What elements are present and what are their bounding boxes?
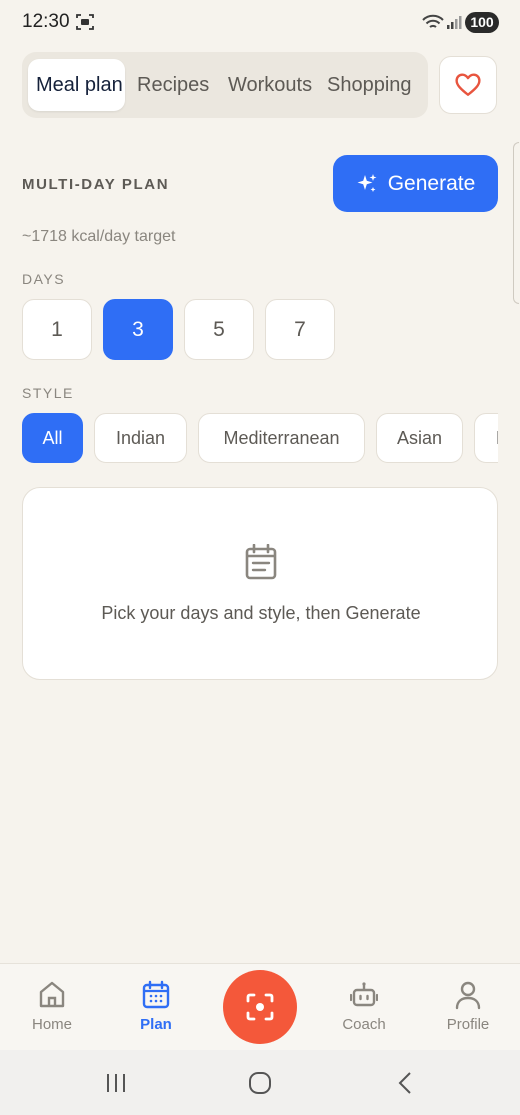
style-chip-row: All Indian Mediterranean Asian H (22, 413, 498, 463)
tab-shopping[interactable]: Shopping (327, 59, 412, 111)
empty-state-text: Pick your days and style, then Generate (101, 603, 421, 623)
signal-icon (447, 16, 462, 29)
back-icon[interactable] (391, 1068, 421, 1098)
empty-state-card: Pick your days and style, then Generate (22, 487, 498, 680)
favorites-button[interactable] (439, 56, 497, 114)
recent-apps-icon[interactable] (101, 1068, 131, 1098)
days-label: DAYS (22, 271, 66, 287)
robot-icon (350, 982, 378, 1007)
scan-button[interactable] (223, 970, 297, 1044)
status-time: 12:30 (22, 11, 70, 32)
section-title: MULTI-DAY PLAN (22, 176, 170, 193)
home-system-icon[interactable] (245, 1068, 275, 1098)
generate-button[interactable]: Generate (333, 155, 498, 212)
sparkle-icon (357, 173, 377, 192)
nav-profile-label: Profile (446, 1016, 490, 1033)
day-chip-3[interactable]: 3 (103, 299, 173, 360)
nav-home[interactable]: Home (7, 964, 97, 1051)
nav-plan[interactable]: Plan (111, 964, 201, 1051)
generate-label: Generate (387, 171, 476, 195)
nav-plan-label: Plan (140, 1016, 172, 1033)
style-chip-partial[interactable]: H (474, 413, 498, 463)
day-chip-1[interactable]: 1 (22, 299, 92, 360)
style-chip-asian[interactable]: Asian (376, 413, 463, 463)
home-icon (39, 981, 65, 1008)
style-label: STYLE (22, 385, 74, 401)
calendar-icon (142, 980, 170, 1009)
style-chip-all[interactable]: All (22, 413, 83, 463)
style-chip-mediterranean[interactable]: Mediterranean (198, 413, 365, 463)
scroll-handle[interactable] (513, 142, 519, 304)
day-chip-7[interactable]: 7 (265, 299, 335, 360)
nav-coach-label: Coach (342, 1016, 386, 1033)
status-bar: 12:30 100 (0, 0, 520, 44)
tab-meal-plan[interactable]: Meal plan (28, 59, 125, 111)
nav-profile[interactable]: Profile (423, 964, 513, 1051)
tab-recipes[interactable]: Recipes (137, 59, 209, 111)
nav-coach[interactable]: Coach (319, 964, 409, 1051)
system-nav-bar (0, 1050, 520, 1115)
calendar-notes-icon (245, 544, 277, 580)
nav-home-label: Home (31, 1016, 72, 1033)
screen-record-icon (76, 14, 94, 30)
person-icon (455, 981, 481, 1010)
battery-indicator: 100 (465, 12, 499, 33)
top-tabs: Meal plan Recipes Workouts Shopping (22, 52, 428, 118)
scan-icon (246, 993, 274, 1021)
heart-icon (455, 73, 481, 96)
style-chip-indian[interactable]: Indian (94, 413, 187, 463)
day-chip-5[interactable]: 5 (184, 299, 254, 360)
wifi-icon (422, 14, 444, 28)
tab-workouts[interactable]: Workouts (228, 59, 312, 111)
kcal-target: ~1718 kcal/day target (22, 228, 176, 245)
